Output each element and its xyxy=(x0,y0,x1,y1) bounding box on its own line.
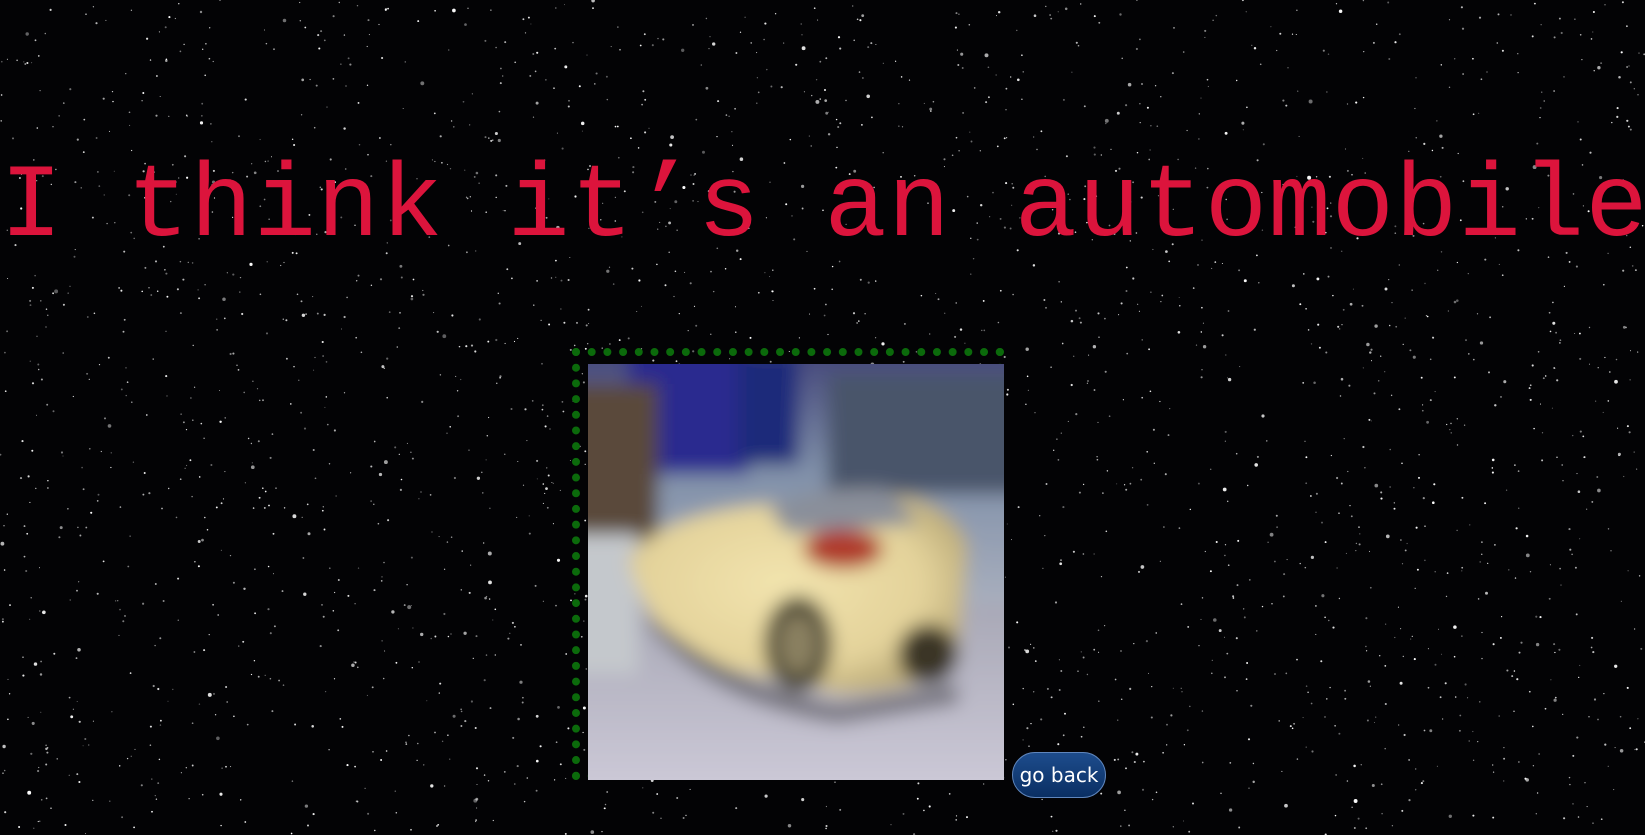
page-background: I think it’s an automobile. go back xyxy=(0,0,1645,835)
go-back-button[interactable]: go back xyxy=(1012,752,1106,798)
car-photo xyxy=(588,364,1004,780)
prediction-headline: I think it’s an automobile. xyxy=(0,149,1645,267)
classified-image-frame xyxy=(572,348,1004,780)
classified-image xyxy=(588,364,1004,780)
